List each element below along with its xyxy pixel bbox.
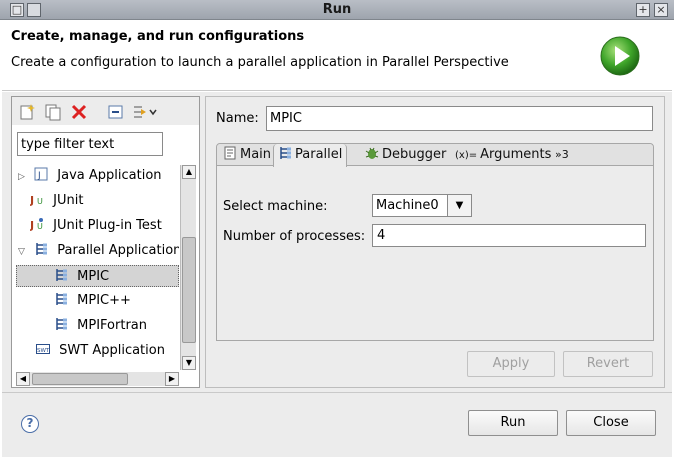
tree-vertical-scrollbar[interactable]: ▲ ▼ [180,165,196,370]
tab-arguments[interactable]: (x)= Arguments [455,144,551,166]
tree-item-label: MPIC [77,269,110,284]
processes-field[interactable]: 4 [372,224,646,247]
scroll-right-icon[interactable]: ▶ [165,372,179,386]
scroll-down-icon[interactable]: ▼ [182,356,196,370]
chevron-down-icon[interactable]: ▼ [447,195,471,216]
dialog-header: Create, manage, and run configurations C… [2,21,672,91]
parallel-app-icon [36,243,48,255]
tree-item-label: SWT Application [59,343,165,358]
tab-debugger[interactable]: Debugger [365,144,446,166]
tree-horizontal-scrollbar[interactable]: ◀ ▶ [16,372,179,386]
new-config-icon[interactable] [18,103,36,121]
tree-item-junit[interactable]: JU JUnit [30,190,83,212]
apply-button[interactable]: Apply [467,351,555,377]
swt-icon: SWT [36,344,50,354]
tree-item-label: MPIFortran [77,318,147,333]
name-field[interactable]: MPIC [266,106,653,131]
svg-text:U: U [37,222,43,231]
bug-icon [365,147,379,159]
dialog-body: ▷ J Java Application JU JUnit JU JUnit P… [2,92,672,457]
parallel-app-icon [56,318,67,330]
filter-input[interactable] [17,132,163,156]
parallel-app-icon [56,269,67,281]
tree-item-label: Parallel Application [57,243,179,258]
configurations-pane: ▷ J Java Application JU JUnit JU JUnit P… [11,96,200,388]
tree-item-mpic[interactable]: MPIC [16,265,179,287]
scroll-up-icon[interactable]: ▲ [182,165,196,179]
configurations-tree: ▷ J Java Application JU JUnit JU JUnit P… [16,165,179,370]
filter-icon[interactable] [132,103,158,121]
maximize-button[interactable]: + [636,3,650,17]
java-app-icon: J [34,167,48,181]
select-machine-label: Select machine: [223,199,328,214]
svg-text:U: U [37,197,43,206]
run-logo-icon [600,36,640,76]
machine-select-value: Machine0 [376,198,439,213]
parallel-app-icon [56,293,67,305]
revert-button[interactable]: Revert [563,351,653,377]
tab-overflow[interactable]: »3 [555,144,569,166]
scroll-thumb[interactable] [32,373,128,385]
window-title: Run [322,2,352,17]
svg-text:J: J [37,171,41,181]
tree-item-java-application[interactable]: ▷ J Java Application [18,165,162,187]
close-button[interactable]: Close [566,410,656,436]
duplicate-icon[interactable] [44,103,62,121]
tree-item-swt-application[interactable]: SWT SWT Application [36,340,165,362]
delete-icon[interactable] [70,103,88,121]
window-titlebar: □ Run + × [0,0,674,20]
configuration-editor: Name: MPIC Main Parallel Debugger (x)= Ar… [205,96,665,388]
tree-item-label: JUnit [53,193,84,208]
run-button[interactable]: Run [468,410,558,436]
collapse-all-icon[interactable] [107,103,125,121]
junit-plugin-icon: JU [30,218,43,231]
tree-item-label: MPIC++ [77,293,131,308]
junit-icon: JU [30,194,43,206]
tree-item-label: Java Application [57,168,162,183]
main-tab-icon [224,146,236,160]
header-message: Create a configuration to launch a paral… [11,55,509,70]
close-window-button[interactable]: × [654,3,668,17]
machine-select[interactable]: Machine0 ▼ [372,194,472,217]
footer-separator [2,392,672,393]
tree-item-label: JUnit Plug-in Test [53,218,162,233]
name-label: Name: [216,111,259,126]
header-title: Create, manage, and run configurations [11,29,305,44]
help-icon[interactable]: ? [21,415,39,433]
tree-item-mpifortran[interactable]: MPIFortran [54,315,147,337]
configurations-toolbar [12,97,199,125]
tab-main[interactable]: Main [223,144,271,166]
collapse-icon[interactable]: ▽ [18,241,30,263]
svg-text:J: J [30,194,34,206]
tree-item-parallel-application[interactable]: ▽ Parallel Application [18,240,179,262]
arguments-icon: (x)= [455,150,478,161]
svg-text:J: J [30,219,34,231]
expand-icon[interactable]: ▷ [18,166,30,188]
tree-item-mpicpp[interactable]: MPIC++ [54,290,131,312]
tab-parallel[interactable]: Parallel [273,144,348,167]
tree-item-junit-plugin-test[interactable]: JU JUnit Plug-in Test [30,215,162,237]
config-tabs: Main Parallel Debugger (x)= Arguments »3 … [216,143,654,341]
scroll-thumb[interactable] [182,237,196,343]
processes-label: Number of processes: [223,229,366,244]
svg-text:SWT: SWT [37,348,50,354]
tab-strip: Main Parallel Debugger (x)= Arguments »3 [217,144,653,167]
scroll-left-icon[interactable]: ◀ [16,372,30,386]
parallel-app-icon [280,147,291,159]
